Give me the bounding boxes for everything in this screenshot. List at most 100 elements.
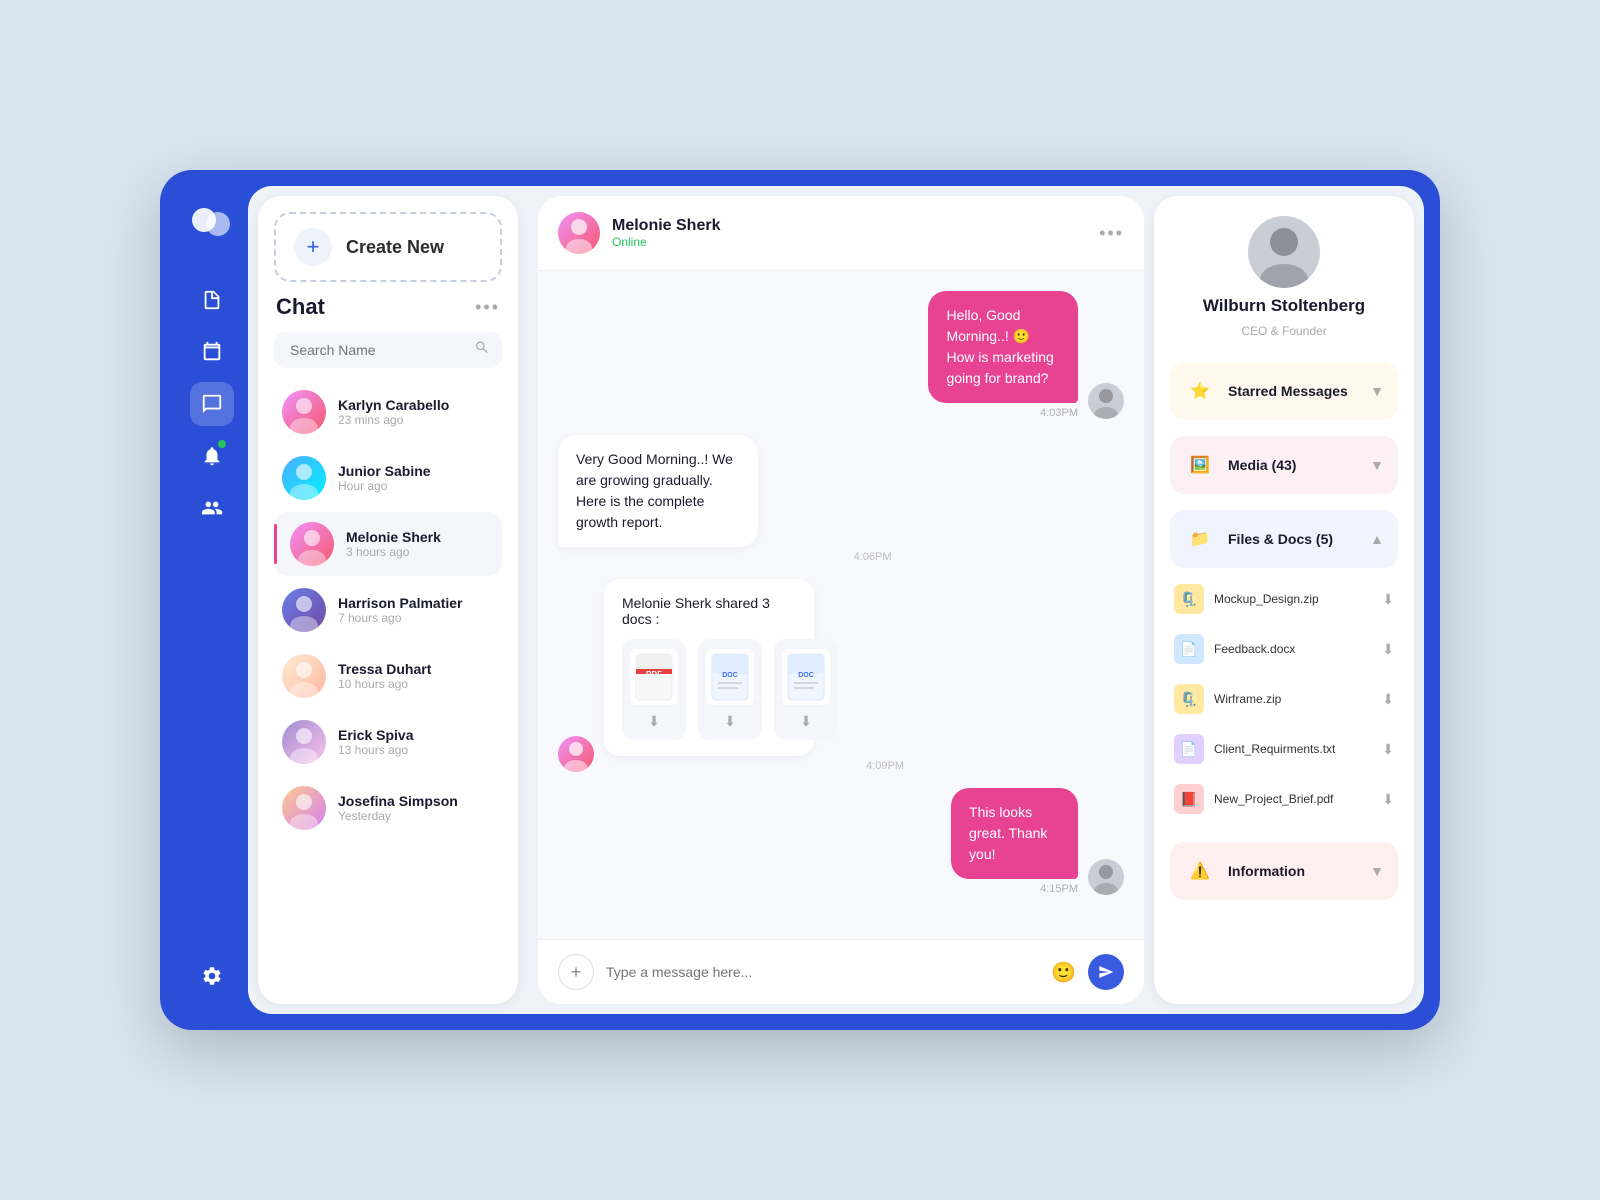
contact-info-junior: Junior Sabine Hour ago bbox=[338, 463, 494, 493]
file-icon-client: 📄 bbox=[1174, 734, 1204, 764]
create-new-button[interactable]: + Create New bbox=[274, 212, 502, 282]
doc-file-doc2: DOC ⬇ bbox=[774, 639, 838, 740]
contact-time-erick: 13 hours ago bbox=[338, 743, 494, 757]
message-bubble-1: Hello, Good Morning..! 🙂How is marketing… bbox=[928, 291, 1078, 403]
notification-badge bbox=[218, 440, 226, 448]
contact-time-karlyn: 23 mins ago bbox=[338, 413, 494, 427]
contact-item-karlyn[interactable]: Karlyn Carabello 23 mins ago bbox=[274, 380, 502, 444]
contact-name-junior: Junior Sabine bbox=[338, 463, 494, 479]
accordion-files-header[interactable]: 📁 Files & Docs (5) ▲ bbox=[1170, 510, 1398, 568]
sidebar-item-chat[interactable] bbox=[190, 382, 234, 426]
chat-menu-button[interactable]: ••• bbox=[475, 297, 500, 318]
contact-avatar-junior bbox=[282, 456, 326, 500]
chat-main: Melonie Sherk Online ••• Hello, bbox=[538, 196, 1144, 1004]
file-icon-wireframe: 🗜️ bbox=[1174, 684, 1204, 714]
search-icon[interactable] bbox=[474, 340, 490, 361]
contact-avatar-josefina bbox=[282, 786, 326, 830]
starred-icon: ⭐ bbox=[1184, 375, 1216, 407]
create-new-label: Create New bbox=[346, 237, 444, 258]
contact-time-josefina: Yesterday bbox=[338, 809, 494, 823]
accordion-starred: ⭐ Starred Messages ▼ bbox=[1170, 362, 1398, 420]
accordion-starred-header[interactable]: ⭐ Starred Messages ▼ bbox=[1170, 362, 1398, 420]
accordion-info: ⚠️ Information ▼ bbox=[1170, 842, 1398, 900]
file-item-feedback: 📄 Feedback.docx ⬇ bbox=[1170, 626, 1398, 672]
contact-time-junior: Hour ago bbox=[338, 479, 494, 493]
info-icon: ⚠️ bbox=[1184, 855, 1216, 887]
sidebar-item-settings[interactable] bbox=[190, 954, 234, 998]
send-button[interactable] bbox=[1088, 954, 1124, 990]
sidebar-item-groups[interactable] bbox=[190, 486, 234, 530]
contact-time-harrison: 7 hours ago bbox=[338, 611, 494, 625]
contact-name-melonie: Melonie Sherk bbox=[346, 529, 494, 545]
message-row-4: This looks great. Thank you! 4:15PM bbox=[558, 788, 1124, 895]
doc2-download-icon[interactable]: ⬇ bbox=[800, 713, 812, 730]
chat-section-header: Chat ••• bbox=[274, 294, 502, 320]
chat-header: Melonie Sherk Online ••• bbox=[538, 196, 1144, 271]
file-item-brief: 📕 New_Project_Brief.pdf ⬇ bbox=[1170, 776, 1398, 822]
file-item-client: 📄 Client_Requirments.txt ⬇ bbox=[1170, 726, 1398, 772]
sidebar-item-calendar[interactable] bbox=[190, 330, 234, 374]
active-indicator bbox=[274, 524, 277, 564]
message-row-2: Very Good Morning..! We are growing grad… bbox=[558, 435, 1124, 563]
contact-item-junior[interactable]: Junior Sabine Hour ago bbox=[274, 446, 502, 510]
message-row-1: Hello, Good Morning..! 🙂How is marketing… bbox=[558, 291, 1124, 419]
file-download-client[interactable]: ⬇ bbox=[1382, 741, 1394, 758]
contact-info-harrison: Harrison Palmatier 7 hours ago bbox=[338, 595, 494, 625]
messages-container: Hello, Good Morning..! 🙂How is marketing… bbox=[538, 271, 1144, 939]
profile-role: CEO & Founder bbox=[1241, 324, 1326, 338]
file-download-wireframe[interactable]: ⬇ bbox=[1382, 691, 1394, 708]
message-bubble-4: This looks great. Thank you! bbox=[951, 788, 1078, 879]
file-item-wireframe: 🗜️ Wirframe.zip ⬇ bbox=[1170, 676, 1398, 722]
create-new-icon: + bbox=[294, 228, 332, 266]
files-label: Files & Docs (5) bbox=[1228, 531, 1358, 547]
accordion-media: 🖼️ Media (43) ▼ bbox=[1170, 436, 1398, 494]
chat-section-title: Chat bbox=[276, 294, 325, 320]
file-download-brief[interactable]: ⬇ bbox=[1382, 791, 1394, 808]
file-name-brief: New_Project_Brief.pdf bbox=[1214, 792, 1372, 806]
profile-name: Wilburn Stoltenberg bbox=[1203, 296, 1365, 316]
app-logo[interactable] bbox=[190, 202, 234, 246]
message-input[interactable] bbox=[606, 964, 1039, 980]
contact-info-tressa: Tressa Duhart 10 hours ago bbox=[338, 661, 494, 691]
emoji-button[interactable]: 🙂 bbox=[1051, 960, 1076, 985]
media-label: Media (43) bbox=[1228, 457, 1358, 473]
file-download-feedback[interactable]: ⬇ bbox=[1382, 641, 1394, 658]
contact-item-tressa[interactable]: Tressa Duhart 10 hours ago bbox=[274, 644, 502, 708]
doc1-icon: DOC bbox=[706, 649, 754, 705]
accordion-info-header[interactable]: ⚠️ Information ▼ bbox=[1170, 842, 1398, 900]
sidebar-nav bbox=[190, 278, 234, 998]
doc2-icon: DOC bbox=[782, 649, 830, 705]
contact-item-melonie[interactable]: Melonie Sherk 3 hours ago bbox=[274, 512, 502, 576]
file-download-mockup[interactable]: ⬇ bbox=[1382, 591, 1394, 608]
search-input[interactable] bbox=[274, 332, 502, 368]
sender-avatar-3 bbox=[558, 736, 594, 772]
contact-info-josefina: Josefina Simpson Yesterday bbox=[338, 793, 494, 823]
accordion-files: 📁 Files & Docs (5) ▲ 🗜️ Mockup_Design.zi… bbox=[1170, 510, 1398, 826]
sidebar-item-notifications[interactable] bbox=[190, 434, 234, 478]
sidebar-item-documents[interactable] bbox=[190, 278, 234, 322]
files-chevron: ▲ bbox=[1370, 531, 1384, 547]
chat-header-menu-button[interactable]: ••• bbox=[1099, 223, 1124, 244]
svg-text:DOC: DOC bbox=[798, 672, 814, 679]
media-icon: 🖼️ bbox=[1184, 449, 1216, 481]
right-panel: Wilburn Stoltenberg CEO & Founder ⭐ Star… bbox=[1154, 196, 1414, 1004]
contact-item-josefina[interactable]: Josefina Simpson Yesterday bbox=[274, 776, 502, 840]
profile-avatar bbox=[1248, 216, 1320, 288]
message-add-button[interactable]: + bbox=[558, 954, 594, 990]
pdf-download-icon[interactable]: ⬇ bbox=[648, 713, 660, 730]
sender-avatar-4 bbox=[1088, 859, 1124, 895]
contact-item-erick[interactable]: Erick Spiva 13 hours ago bbox=[274, 710, 502, 774]
shared-docs-time: 4:09PM bbox=[604, 760, 904, 772]
media-chevron: ▼ bbox=[1370, 457, 1384, 473]
file-name-mockup: Mockup_Design.zip bbox=[1214, 592, 1372, 606]
contact-name-erick: Erick Spiva bbox=[338, 727, 494, 743]
info-label: Information bbox=[1228, 863, 1358, 879]
chat-header-info: Melonie Sherk Online bbox=[612, 217, 1099, 249]
contact-avatar-erick bbox=[282, 720, 326, 764]
file-icon-mockup: 🗜️ bbox=[1174, 584, 1204, 614]
contact-name-tressa: Tressa Duhart bbox=[338, 661, 494, 677]
contact-item-harrison[interactable]: Harrison Palmatier 7 hours ago bbox=[274, 578, 502, 642]
doc1-download-icon[interactable]: ⬇ bbox=[724, 713, 736, 730]
accordion-media-header[interactable]: 🖼️ Media (43) ▼ bbox=[1170, 436, 1398, 494]
app-container: + Create New Chat ••• bbox=[160, 170, 1440, 1030]
